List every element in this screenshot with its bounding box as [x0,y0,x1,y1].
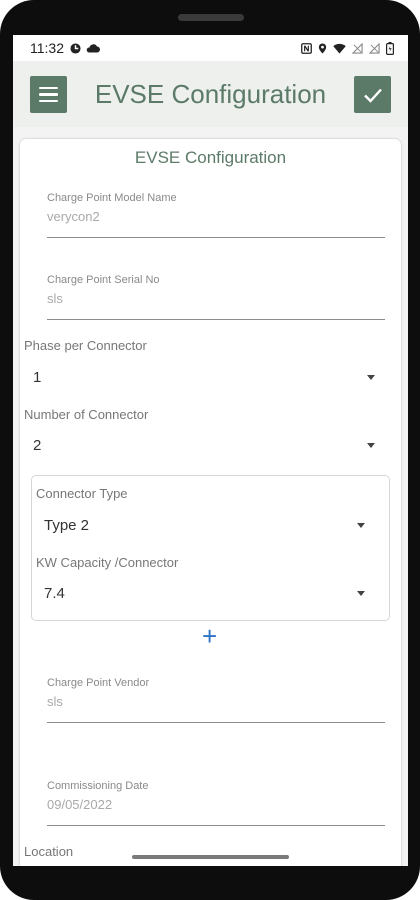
app-bar: EVSE Configuration [13,61,408,127]
content-area: EVSE Configuration Charge Point Model Na… [13,127,408,866]
phase-per-connector-label: Phase per Connector [24,338,147,353]
card-title: EVSE Configuration [134,148,287,167]
gesture-navigation-bar[interactable] [132,855,289,859]
signal-off-icon [352,42,363,54]
commissioning-date-label: Commissioning Date [47,780,149,792]
vendor-field[interactable]: Charge Point Vendor sls [47,677,385,723]
phone-frame: 11:32 EVSE Configuration EVSE Configurat… [0,0,420,900]
vendor-label: Charge Point Vendor [47,677,150,689]
model-name-field[interactable]: Charge Point Model Name verycon2 [47,192,385,238]
serial-no-underline [47,319,385,320]
status-bar: 11:32 [13,35,408,61]
plus-icon[interactable]: + [202,623,217,649]
chevron-down-icon[interactable] [357,523,365,528]
phase-per-connector-select[interactable]: 1 [33,369,41,386]
serial-no-field[interactable]: Charge Point Serial No sls [47,274,385,320]
evse-config-card: EVSE Configuration Charge Point Model Na… [20,139,401,866]
screen: 11:32 EVSE Configuration EVSE Configurat… [13,35,408,866]
speaker-grille [178,14,244,21]
location-label: Location [24,844,74,859]
commissioning-date-field[interactable]: Commissioning Date 09/05/2022 [47,780,385,826]
kw-capacity-label: KW Capacity /Connector [36,555,179,570]
connector-type-label: Connector Type [36,486,128,501]
cloud-icon [86,43,100,52]
connector-type-select[interactable]: Type 2 [44,517,89,534]
fitness-icon [70,42,81,54]
commissioning-date-value[interactable]: 09/05/2022 [47,797,385,812]
model-name-label: Charge Point Model Name [47,192,177,204]
page-title: EVSE Configuration [94,79,327,109]
nfc-icon [301,42,312,54]
model-name-value[interactable]: verycon2 [47,209,385,224]
chevron-down-icon[interactable] [367,375,375,380]
vendor-underline [47,722,385,723]
kw-capacity-select[interactable]: 7.4 [44,585,65,602]
check-icon [363,88,382,103]
chevron-down-icon[interactable] [357,591,365,596]
vendor-value[interactable]: sls [47,694,385,709]
location-icon [318,42,327,54]
serial-no-label: Charge Point Serial No [47,274,160,286]
signal-off-icon [369,42,380,54]
commissioning-date-underline [47,825,385,826]
chevron-down-icon[interactable] [367,443,375,448]
model-name-underline [47,237,385,238]
serial-no-value[interactable]: sls [47,291,385,306]
save-button[interactable] [354,76,391,113]
connector-group: Connector Type Type 2 KW Capacity /Conne… [31,475,390,621]
number-of-connector-select[interactable]: 2 [33,437,41,454]
battery-icon [386,41,394,55]
number-of-connector-label: Number of Connector [24,407,149,422]
wifi-icon [333,43,346,53]
status-time: 11:32 [30,40,64,56]
